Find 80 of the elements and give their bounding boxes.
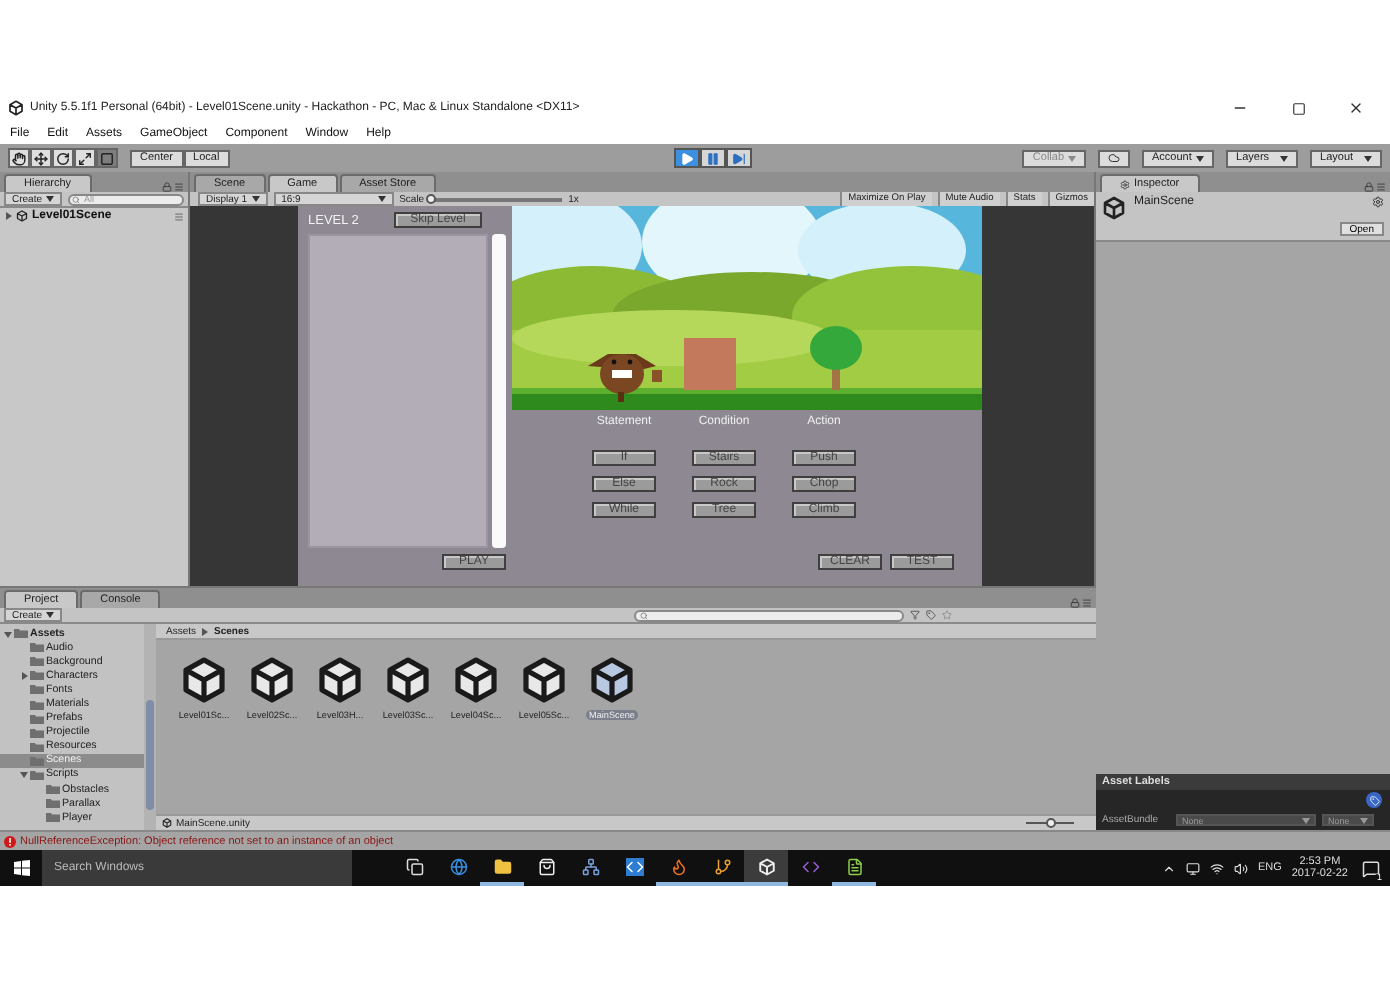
- play-icon: [679, 151, 694, 165]
- scrollbar-thumb[interactable]: [146, 700, 154, 810]
- tool-button[interactable]: [52, 148, 74, 168]
- collapsed-arrow-icon[interactable]: [20, 671, 28, 680]
- collapsed-arrow-icon[interactable]: [4, 212, 12, 220]
- caret-icon: [251, 196, 260, 202]
- caret-icon: [46, 612, 55, 618]
- unity-cube-icon: [180, 656, 228, 704]
- git-branch-icon: [713, 857, 731, 875]
- crate-block: [684, 338, 736, 390]
- expanded-arrow-icon[interactable]: [4, 629, 12, 638]
- search-field[interactable]: [634, 609, 905, 621]
- scrollbar[interactable]: [144, 624, 156, 830]
- shopping-bag-icon: [537, 857, 555, 875]
- rect-tool-icon: [100, 151, 114, 165]
- unity-cube-icon: [16, 210, 28, 222]
- chevron-icon: [202, 627, 209, 635]
- caret-icon: [377, 196, 386, 202]
- cloud-button[interactable]: [1098, 149, 1131, 167]
- tool-button[interactable]: [8, 148, 30, 168]
- move-arrows-icon: [34, 151, 48, 165]
- unity-cube-icon: [588, 656, 636, 704]
- taskbar-app-button[interactable]: [744, 850, 788, 886]
- monster-character: [588, 354, 662, 402]
- code-icon: [625, 857, 643, 875]
- pause-icon: [705, 151, 720, 165]
- unity-cube-icon: [384, 656, 432, 704]
- code-icon: [801, 857, 819, 875]
- caret-icon: [1068, 155, 1077, 161]
- search-icon: [72, 195, 81, 203]
- task-view-icon: [405, 857, 423, 875]
- tag-icon[interactable]: [926, 610, 937, 620]
- caret-icon: [46, 196, 55, 202]
- caret-icon: [1364, 155, 1373, 161]
- unity-cube-icon: [452, 656, 500, 704]
- volume-icon[interactable]: [1233, 861, 1248, 875]
- tool-button[interactable]: [30, 148, 52, 168]
- chevron-up-icon[interactable]: [1161, 861, 1176, 875]
- wifi-icon[interactable]: [1209, 861, 1224, 875]
- tree: [810, 326, 862, 390]
- filter-icon[interactable]: [910, 610, 921, 620]
- unity-cube-icon: [1102, 196, 1126, 220]
- play-button[interactable]: [673, 148, 700, 168]
- step-button[interactable]: [725, 148, 752, 168]
- search-icon: [640, 611, 649, 619]
- settings-icon[interactable]: [1372, 196, 1384, 208]
- tag-button[interactable]: [1366, 792, 1382, 808]
- lock-icon[interactable]: [1364, 182, 1374, 192]
- tool-button[interactable]: [74, 148, 96, 168]
- globe-icon: [449, 857, 467, 875]
- scrollbar[interactable]: [492, 234, 506, 548]
- caret-icon: [1196, 155, 1205, 161]
- hand-icon: [12, 151, 26, 165]
- caret-icon: [1302, 817, 1310, 823]
- scale-icon: [78, 151, 92, 165]
- expanded-arrow-icon[interactable]: [20, 770, 28, 779]
- close-icon: [1348, 100, 1364, 116]
- document-icon: [845, 857, 863, 875]
- unity-cube-icon: [757, 857, 775, 875]
- pause-button[interactable]: [699, 148, 726, 168]
- flame-icon: [669, 857, 687, 875]
- lock-icon[interactable]: [1070, 598, 1080, 608]
- slider-thumb[interactable]: [426, 193, 437, 203]
- cloud-icon: [1108, 152, 1121, 164]
- step-icon: [731, 151, 746, 165]
- slider-thumb[interactable]: [1046, 818, 1056, 828]
- unity-cube-icon: [248, 656, 296, 704]
- unity-cube-icon: [316, 656, 364, 704]
- rotate-icon: [56, 151, 70, 165]
- maximize-icon: [1291, 101, 1305, 115]
- lock-icon[interactable]: [162, 182, 172, 192]
- star-icon[interactable]: [942, 610, 953, 620]
- windows-logo-icon: [13, 860, 29, 876]
- unity-cube-icon: [8, 100, 24, 116]
- unity-cube-icon: [162, 818, 172, 828]
- caret-icon: [1280, 155, 1289, 161]
- caret-icon: [1360, 817, 1368, 823]
- unity-cube-icon: [520, 656, 568, 704]
- network-icon: [581, 857, 599, 875]
- folder-icon: [493, 857, 511, 875]
